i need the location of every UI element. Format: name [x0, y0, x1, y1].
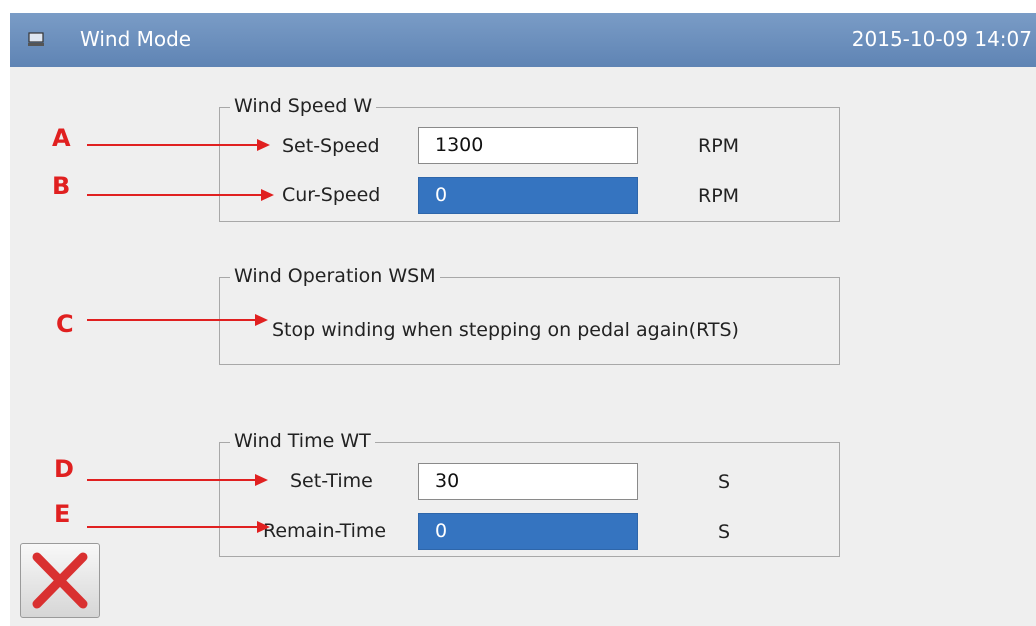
close-button[interactable]: [20, 543, 100, 618]
arrow-c-head: [255, 314, 268, 326]
arrow-b-head: [261, 189, 274, 201]
close-icon: [32, 552, 88, 609]
annotation-arrows: [87, 139, 274, 533]
arrow-a-head: [257, 139, 270, 151]
arrow-e-head: [257, 521, 270, 533]
arrow-d-head: [255, 474, 268, 486]
